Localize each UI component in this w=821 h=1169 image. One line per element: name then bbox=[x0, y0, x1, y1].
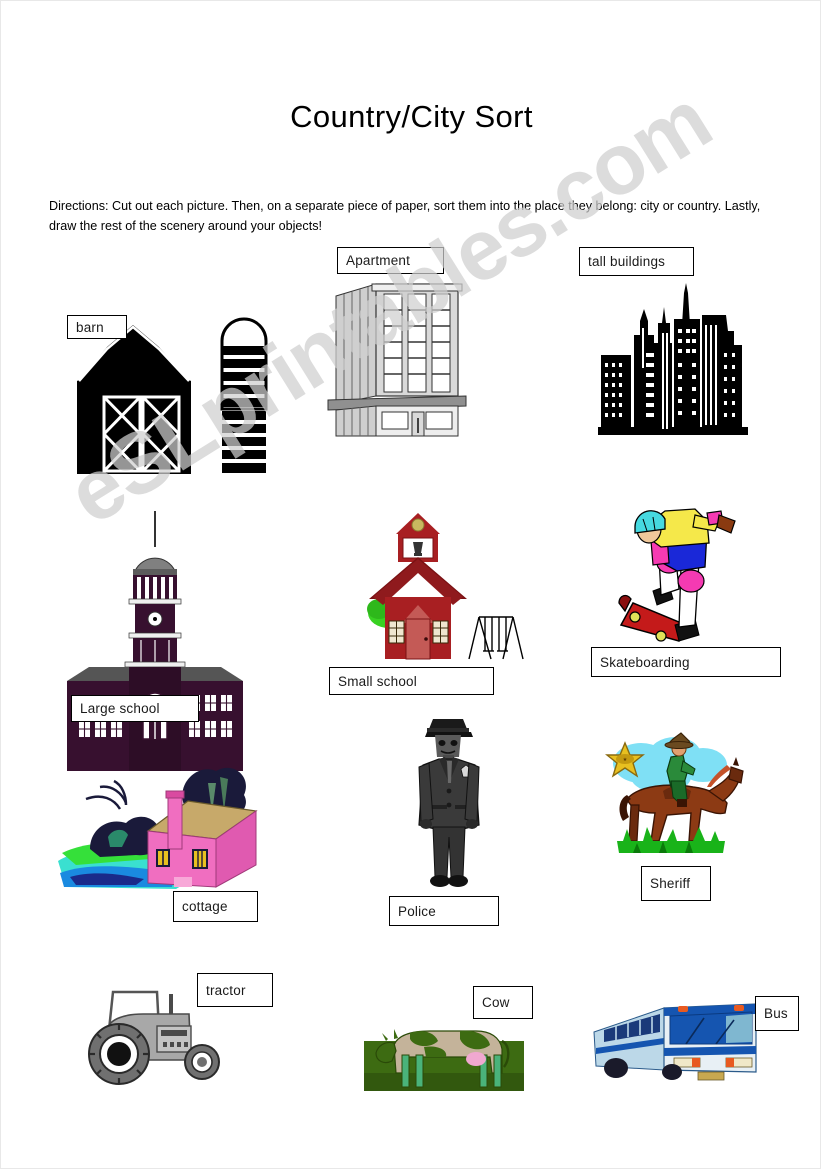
label-sheriff[interactable]: Sheriff bbox=[641, 866, 711, 901]
picture-apartment bbox=[326, 278, 471, 438]
picture-sheriff: ★ bbox=[597, 729, 745, 869]
picture-cow bbox=[364, 1011, 524, 1091]
picture-cottage bbox=[56, 753, 261, 898]
label-skateboarding[interactable]: Skateboarding bbox=[591, 647, 781, 677]
svg-text:★: ★ bbox=[623, 757, 628, 763]
picture-police bbox=[399, 713, 499, 895]
label-cottage[interactable]: cottage bbox=[173, 891, 258, 922]
picture-tall-buildings bbox=[598, 283, 748, 435]
label-cow[interactable]: Cow bbox=[473, 986, 533, 1019]
picture-small-school bbox=[301, 501, 526, 671]
page-title: Country/City Sort bbox=[290, 99, 533, 134]
label-barn[interactable]: barn bbox=[67, 315, 127, 339]
directions-text: Directions: Cut out each picture. Then, … bbox=[49, 199, 761, 233]
picture-skateboarding bbox=[603, 507, 743, 653]
label-tall-buildings[interactable]: tall buildings bbox=[579, 247, 694, 276]
label-tractor[interactable]: tractor bbox=[197, 973, 273, 1007]
label-large-school[interactable]: Large school bbox=[71, 695, 199, 722]
picture-large-school bbox=[63, 509, 248, 771]
label-apartment[interactable]: Apartment bbox=[337, 247, 444, 274]
label-small-school[interactable]: Small school bbox=[329, 667, 494, 695]
label-bus[interactable]: Bus bbox=[755, 996, 799, 1031]
picture-bus bbox=[586, 986, 761, 1086]
label-police[interactable]: Police bbox=[389, 896, 499, 926]
worksheet-page: Country/City Sort Directions: Cut out ea… bbox=[0, 0, 821, 1169]
